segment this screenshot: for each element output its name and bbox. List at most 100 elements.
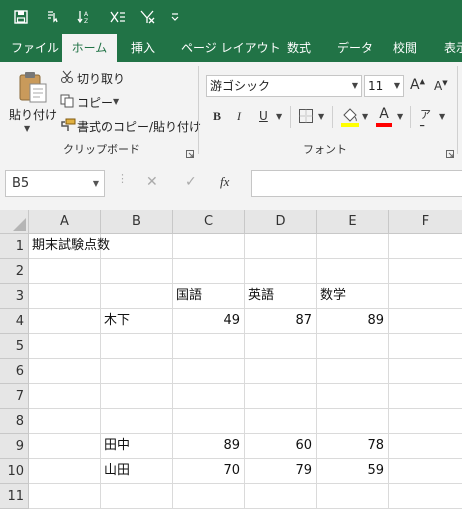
borders-icon[interactable] <box>298 108 314 128</box>
phonetic-dropdown-icon[interactable]: ▼ <box>439 112 445 121</box>
cell-c4[interactable]: 49 <box>173 309 245 334</box>
chevron-down-icon[interactable]: ▼ <box>352 76 358 96</box>
row-header[interactable]: 5 <box>0 334 29 359</box>
italic-button[interactable]: I <box>237 109 241 124</box>
tab-file[interactable]: ファイル <box>11 34 59 62</box>
row-header[interactable]: 11 <box>0 484 29 509</box>
cell-c9[interactable]: 89 <box>173 434 245 459</box>
cell-b6[interactable] <box>101 359 173 384</box>
cell-b5[interactable] <box>101 334 173 359</box>
cell-d11[interactable] <box>245 484 317 509</box>
cell-f1[interactable] <box>389 234 462 259</box>
cell-e5[interactable] <box>317 334 389 359</box>
touch-mode-icon[interactable] <box>42 6 64 28</box>
row-header[interactable]: 7 <box>0 384 29 409</box>
cell-b7[interactable] <box>101 384 173 409</box>
row-header[interactable]: 1 <box>0 234 29 259</box>
cell-d2[interactable] <box>245 259 317 284</box>
cell-a4[interactable] <box>29 309 101 334</box>
cell-b4[interactable]: 木下 <box>101 309 173 334</box>
cell-c10[interactable]: 70 <box>173 459 245 484</box>
copy-button[interactable]: コピー <box>77 94 113 111</box>
col-header-f[interactable]: F <box>389 210 462 234</box>
chevron-down-icon[interactable]: ▼ <box>93 171 99 196</box>
cell-c1[interactable] <box>173 234 245 259</box>
tab-page-layout[interactable]: ページ レイアウト <box>181 34 281 62</box>
cell-c3[interactable]: 国語 <box>173 284 245 309</box>
cell-e10[interactable]: 59 <box>317 459 389 484</box>
filter-clear-icon[interactable] <box>137 6 159 28</box>
tab-insert[interactable]: 挿入 <box>131 34 155 62</box>
row-header[interactable]: 8 <box>0 409 29 434</box>
cut-button[interactable]: 切り取り <box>77 70 125 87</box>
copy-dropdown-icon[interactable]: ▼ <box>113 97 119 106</box>
tab-home[interactable]: ホーム <box>62 34 117 62</box>
resize-handle-icon[interactable]: ⋮ <box>117 173 128 184</box>
cell-c7[interactable] <box>173 384 245 409</box>
cell-f10[interactable] <box>389 459 462 484</box>
clear-icon[interactable] <box>107 6 129 28</box>
paste-icon[interactable] <box>15 70 49 108</box>
borders-dropdown-icon[interactable]: ▼ <box>318 112 324 121</box>
cell-e9[interactable]: 78 <box>317 434 389 459</box>
col-header-e[interactable]: E <box>317 210 389 234</box>
cell-f11[interactable] <box>389 484 462 509</box>
cell-c2[interactable] <box>173 259 245 284</box>
cell-a10[interactable] <box>29 459 101 484</box>
cell-e3[interactable]: 数学 <box>317 284 389 309</box>
font-size-combo[interactable]: 11 ▼ <box>364 75 404 97</box>
cell-f6[interactable] <box>389 359 462 384</box>
format-painter-button[interactable]: 書式のコピー/貼り付け <box>77 118 201 135</box>
font-color-dropdown-icon[interactable]: ▼ <box>397 112 403 121</box>
phonetic-button[interactable]: ア ━ <box>420 106 431 130</box>
cell-f3[interactable] <box>389 284 462 309</box>
cell-c8[interactable] <box>173 409 245 434</box>
name-box[interactable]: B5 ▼ <box>5 170 105 197</box>
sort-ascending-icon[interactable]: AZ <box>75 6 97 28</box>
font-color-button[interactable]: A <box>374 106 394 128</box>
paste-dropdown-icon[interactable]: ▼ <box>24 124 30 133</box>
cell-d9[interactable]: 60 <box>245 434 317 459</box>
select-all-corner[interactable] <box>0 210 29 234</box>
col-header-d[interactable]: D <box>245 210 317 234</box>
row-header[interactable]: 4 <box>0 309 29 334</box>
cell-a11[interactable] <box>29 484 101 509</box>
cell-d7[interactable] <box>245 384 317 409</box>
row-header[interactable]: 2 <box>0 259 29 284</box>
cell-d10[interactable]: 79 <box>245 459 317 484</box>
paste-button[interactable]: 貼り付け <box>9 106 57 123</box>
cell-d1[interactable] <box>245 234 317 259</box>
tab-data[interactable]: データ <box>337 34 373 62</box>
cell-a8[interactable] <box>29 409 101 434</box>
cell-f9[interactable] <box>389 434 462 459</box>
customize-qat-icon[interactable] <box>164 6 186 28</box>
shrink-font-button[interactable]: A▼ <box>434 79 448 93</box>
cell-c5[interactable] <box>173 334 245 359</box>
font-name-combo[interactable]: 游ゴシック ▼ <box>206 75 362 97</box>
cell-d4[interactable]: 87 <box>245 309 317 334</box>
tab-review[interactable]: 校閲 <box>393 34 417 62</box>
cell-f5[interactable] <box>389 334 462 359</box>
save-icon[interactable] <box>10 6 32 28</box>
col-header-b[interactable]: B <box>101 210 173 234</box>
cell-f8[interactable] <box>389 409 462 434</box>
row-header[interactable]: 6 <box>0 359 29 384</box>
cell-a6[interactable] <box>29 359 101 384</box>
cell-f4[interactable] <box>389 309 462 334</box>
fill-color-dropdown-icon[interactable]: ▼ <box>362 112 368 121</box>
cell-d3[interactable]: 英語 <box>245 284 317 309</box>
formula-input[interactable] <box>251 170 462 197</box>
cell-b10[interactable]: 山田 <box>101 459 173 484</box>
grow-font-button[interactable]: A▲ <box>410 77 425 93</box>
fill-color-icon[interactable] <box>340 106 360 132</box>
bold-button[interactable]: B <box>213 109 221 124</box>
row-header[interactable]: 10 <box>0 459 29 484</box>
cell-b9[interactable]: 田中 <box>101 434 173 459</box>
cell-e1[interactable] <box>317 234 389 259</box>
cell-e11[interactable] <box>317 484 389 509</box>
cell-e2[interactable] <box>317 259 389 284</box>
insert-function-button[interactable]: fx <box>220 174 229 190</box>
cell-a1[interactable]: 期末試験点数 <box>29 234 110 259</box>
cell-b8[interactable] <box>101 409 173 434</box>
cell-d8[interactable] <box>245 409 317 434</box>
